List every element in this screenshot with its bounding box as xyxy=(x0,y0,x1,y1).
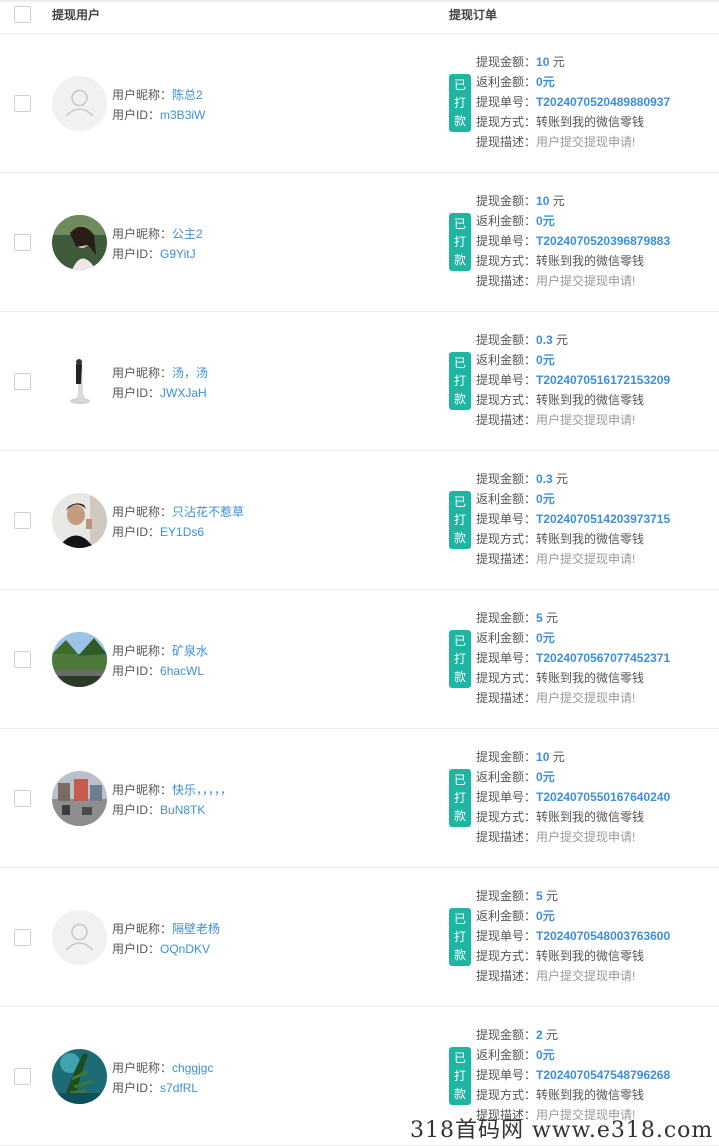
paid-status-badge: 已打款 xyxy=(449,630,471,688)
watermark: 318首码网 www.e318.com xyxy=(410,1118,714,1143)
avatar xyxy=(52,632,107,687)
avatar xyxy=(52,771,107,826)
withdraw-description: 提现描述：用户提交提现申请! xyxy=(476,552,636,566)
user-nickname: 用户昵称：公主2 xyxy=(112,227,203,241)
rebate-amount: 返利金额：0元 xyxy=(476,353,555,367)
order-number: 提现单号：T2024070567077452371 xyxy=(476,651,671,665)
row-checkbox[interactable] xyxy=(14,95,31,112)
rebate-amount: 返利金额：0元 xyxy=(476,631,555,645)
user-nickname: 用户昵称：快乐，，，，， xyxy=(112,783,233,797)
avatar xyxy=(52,1049,107,1104)
order-number: 提现单号：T2024070520396879883 xyxy=(476,234,671,248)
row-checkbox[interactable] xyxy=(14,929,31,946)
withdraw-method: 提现方式：转账到我的微信零钱 xyxy=(476,1088,645,1102)
row-checkbox[interactable] xyxy=(14,234,31,251)
rebate-amount: 返利金额：0元 xyxy=(476,492,555,506)
withdraw-description: 提现描述：用户提交提现申请! xyxy=(476,413,636,427)
avatar xyxy=(52,76,107,131)
withdraw-order-info: 提现金额：5 元返利金额：0元提现单号：T2024070567077452371… xyxy=(476,608,670,708)
withdraw-description: 提现描述：用户提交提现申请! xyxy=(476,135,636,149)
paid-status-badge: 已打款 xyxy=(449,769,471,827)
table-row: 用户昵称：矿泉水 用户ID：6hacWL 已打款提现金额：5 元返利金额：0元提现单… xyxy=(0,590,719,729)
column-header-user: 提现用户 xyxy=(52,8,101,22)
withdraw-amount: 提现金额：0.3 元 xyxy=(476,472,569,486)
row-checkbox[interactable] xyxy=(14,373,31,390)
rebate-amount: 返利金额：0元 xyxy=(476,909,555,923)
withdraw-order-info: 提现金额：0.3 元返利金额：0元提现单号：T20240705161721532… xyxy=(476,330,670,430)
withdraw-amount: 提现金额：5 元 xyxy=(476,611,559,625)
paid-status-badge: 已打款 xyxy=(449,491,471,549)
withdraw-amount: 提现金额：10 元 xyxy=(476,55,565,69)
order-number: 提现单号：T2024070550167640240 xyxy=(476,790,671,804)
order-number: 提现单号：T2024070520489880937 xyxy=(476,95,671,109)
avatar xyxy=(52,493,107,548)
user-nickname: 用户昵称：chggjgc xyxy=(112,1061,214,1075)
withdraw-method: 提现方式：转账到我的微信零钱 xyxy=(476,393,645,407)
avatar xyxy=(52,910,107,965)
paid-status-badge: 已打款 xyxy=(449,74,471,132)
withdraw-amount: 提现金额：10 元 xyxy=(476,750,565,764)
select-all-checkbox[interactable] xyxy=(14,6,31,23)
avatar xyxy=(52,215,107,270)
withdraw-order-info: 提现金额：0.3 元返利金额：0元提现单号：T20240705142039737… xyxy=(476,469,670,569)
withdraw-method: 提现方式：转账到我的微信零钱 xyxy=(476,810,645,824)
table-row: 用户昵称：隔壁老杨 用户ID：OQnDKV 已打款提现金额：5 元返利金额：0元 提现… xyxy=(0,868,719,1007)
user-nickname: 用户昵称：只沾花不惹草 xyxy=(112,505,245,519)
withdraw-method: 提现方式：转账到我的微信零钱 xyxy=(476,671,645,685)
row-checkbox[interactable] xyxy=(14,1068,31,1085)
user-nickname: 用户昵称：汤，汤 xyxy=(112,366,209,380)
rebate-amount: 返利金额：0元 xyxy=(476,214,555,228)
paid-status-badge: 已打款 xyxy=(449,1047,471,1105)
table-row: 用户昵称：陈总2 用户ID：m3B3iW 已打款提现金额：10 元返利金额：0元 提现… xyxy=(0,34,719,173)
withdraw-amount: 提现金额：10 元 xyxy=(476,194,565,208)
row-checkbox[interactable] xyxy=(14,512,31,529)
paid-status-badge: 已打款 xyxy=(449,213,471,271)
withdraw-amount: 提现金额：2 元 xyxy=(476,1028,559,1042)
user-nickname: 用户昵称：隔壁老杨 xyxy=(112,922,221,936)
withdraw-order-info: 提现金额：10 元返利金额：0元提现单号：T202407052039687988… xyxy=(476,191,670,291)
row-checkbox[interactable] xyxy=(14,651,31,668)
order-number: 提现单号：T2024070547548796268 xyxy=(476,1068,671,1082)
user-id: 用户ID：s7dfRL xyxy=(112,1081,199,1095)
withdraw-description: 提现描述：用户提交提现申请! xyxy=(476,969,636,983)
user-nickname: 用户昵称：矿泉水 xyxy=(112,644,209,658)
withdraw-method: 提现方式：转账到我的微信零钱 xyxy=(476,254,645,268)
user-id: 用户ID：6hacWL xyxy=(112,664,205,678)
order-number: 提现单号：T2024070548003763600 xyxy=(476,929,671,943)
withdraw-order-info: 提现金额：2 元返利金额：0元提现单号：T2024070547548796268… xyxy=(476,1025,670,1125)
withdraw-amount: 提现金额：5 元 xyxy=(476,889,559,903)
order-number: 提现单号：T2024070514203973715 xyxy=(476,512,671,526)
user-id: 用户ID：OQnDKV xyxy=(112,942,211,956)
order-number: 提现单号：T2024070516172153209 xyxy=(476,373,671,387)
rebate-amount: 返利金额：0元 xyxy=(476,770,555,784)
avatar xyxy=(52,354,107,409)
column-header-order: 提现订单 xyxy=(449,8,498,22)
user-nickname: 用户昵称：陈总2 xyxy=(112,88,203,102)
withdraw-amount: 提现金额：0.3 元 xyxy=(476,333,569,347)
rebate-amount: 返利金额：0元 xyxy=(476,75,555,89)
user-id: 用户ID：JWXJaH xyxy=(112,386,207,400)
withdraw-description: 提现描述：用户提交提现申请! xyxy=(476,274,636,288)
rebate-amount: 返利金额：0元 xyxy=(476,1048,555,1062)
user-id: 用户ID：G9YitJ xyxy=(112,247,196,261)
table-header: 提现用户 提现订单 xyxy=(0,0,719,34)
withdraw-method: 提现方式：转账到我的微信零钱 xyxy=(476,532,645,546)
withdraw-order-info: 提现金额：10 元返利金额：0元提现单号：T202407052048988093… xyxy=(476,52,670,152)
row-checkbox[interactable] xyxy=(14,790,31,807)
user-id: 用户ID：EY1Ds6 xyxy=(112,525,205,539)
table-row: 用户昵称：公主2 用户ID：G9YitJ 已打款提现金额：10 元返利金额：0元 提现… xyxy=(0,173,719,312)
withdraw-order-info: 提现金额：10 元返利金额：0元提现单号：T202407055016764024… xyxy=(476,747,670,847)
withdraw-method: 提现方式：转账到我的微信零钱 xyxy=(476,949,645,963)
table-row: 用户昵称：快乐，，，，， 用户ID：BuN8TK 已打款提现金额：10 元返利金额：… xyxy=(0,729,719,868)
table-row: 用户昵称：汤，汤 用户ID：JWXJaH 已打款提现金额：0.3 元返利金额：0元提… xyxy=(0,312,719,451)
withdraw-description: 提现描述：用户提交提现申请! xyxy=(476,691,636,705)
user-id: 用户ID：BuN8TK xyxy=(112,803,206,817)
user-id: 用户ID：m3B3iW xyxy=(112,108,206,122)
withdraw-description: 提现描述：用户提交提现申请! xyxy=(476,830,636,844)
withdraw-method: 提现方式：转账到我的微信零钱 xyxy=(476,115,645,129)
paid-status-badge: 已打款 xyxy=(449,908,471,966)
paid-status-badge: 已打款 xyxy=(449,352,471,410)
withdraw-order-info: 提现金额：5 元返利金额：0元提现单号：T2024070548003763600… xyxy=(476,886,670,986)
table-row: 用户昵称：只沾花不惹草 用户ID：EY1Ds6 已打款提现金额：0.3 元返利金额：… xyxy=(0,451,719,590)
